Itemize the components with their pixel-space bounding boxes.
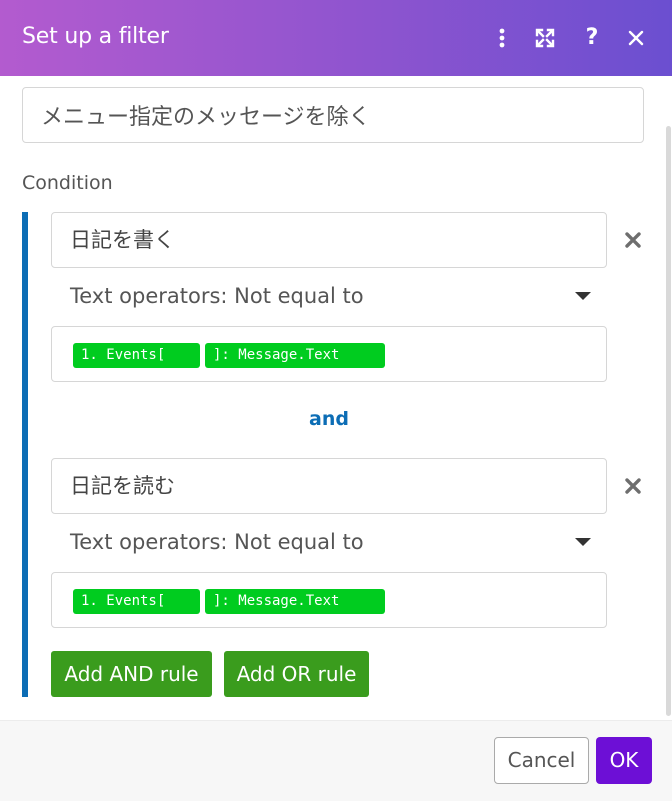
rule-2-remove-button[interactable] <box>620 473 646 499</box>
expand-button[interactable] <box>530 23 560 53</box>
add-and-rule-button[interactable]: Add AND rule <box>51 651 212 697</box>
rule-2-operator-label: Text operators: Not equal to <box>70 530 364 554</box>
and-connector: and <box>309 408 349 430</box>
expand-icon <box>535 28 555 48</box>
caret-down-icon <box>575 538 591 546</box>
variable-pill[interactable]: ]: Message.Text <box>205 343 385 368</box>
rule-2-operand-field[interactable]: 1. Events[ ]: Message.Text <box>51 572 607 628</box>
condition-group-bar <box>22 212 28 697</box>
caret-down-icon <box>575 292 591 300</box>
dialog-body: Condition 日記を書く Text operators: Not equa… <box>0 76 672 720</box>
close-button[interactable] <box>621 23 651 53</box>
filter-name-input[interactable] <box>22 87 644 143</box>
condition-label: Condition <box>22 172 113 194</box>
rule-2-operator-select[interactable]: Text operators: Not equal to <box>51 522 607 562</box>
rule-1-operand-field[interactable]: 1. Events[ ]: Message.Text <box>51 326 607 382</box>
cancel-button[interactable]: Cancel <box>494 737 589 784</box>
help-icon: ? <box>585 25 599 50</box>
dialog-title: Set up a filter <box>22 24 169 49</box>
dialog-footer: Cancel OK <box>0 720 672 801</box>
remove-icon <box>625 478 641 494</box>
variable-pill[interactable]: 1. Events[ <box>73 589 200 614</box>
variable-pill[interactable]: ]: Message.Text <box>205 589 385 614</box>
add-or-rule-button[interactable]: Add OR rule <box>224 651 369 697</box>
ok-button[interactable]: OK <box>596 737 652 784</box>
rule-1-value-field[interactable]: 日記を書く <box>51 212 607 268</box>
rule-1-operator-label: Text operators: Not equal to <box>70 284 364 308</box>
more-vertical-icon <box>499 28 505 48</box>
rule-1-operator-select[interactable]: Text operators: Not equal to <box>51 276 607 316</box>
variable-pill[interactable]: 1. Events[ <box>73 343 200 368</box>
help-button[interactable]: ? <box>577 23 607 53</box>
more-options-button[interactable] <box>487 23 517 53</box>
close-icon <box>628 30 644 46</box>
remove-icon <box>625 232 641 248</box>
dialog-header: Set up a filter ? <box>0 0 672 76</box>
rule-1-remove-button[interactable] <box>620 227 646 253</box>
scrollbar[interactable] <box>666 126 671 716</box>
rule-2-value-field[interactable]: 日記を読む <box>51 458 607 514</box>
